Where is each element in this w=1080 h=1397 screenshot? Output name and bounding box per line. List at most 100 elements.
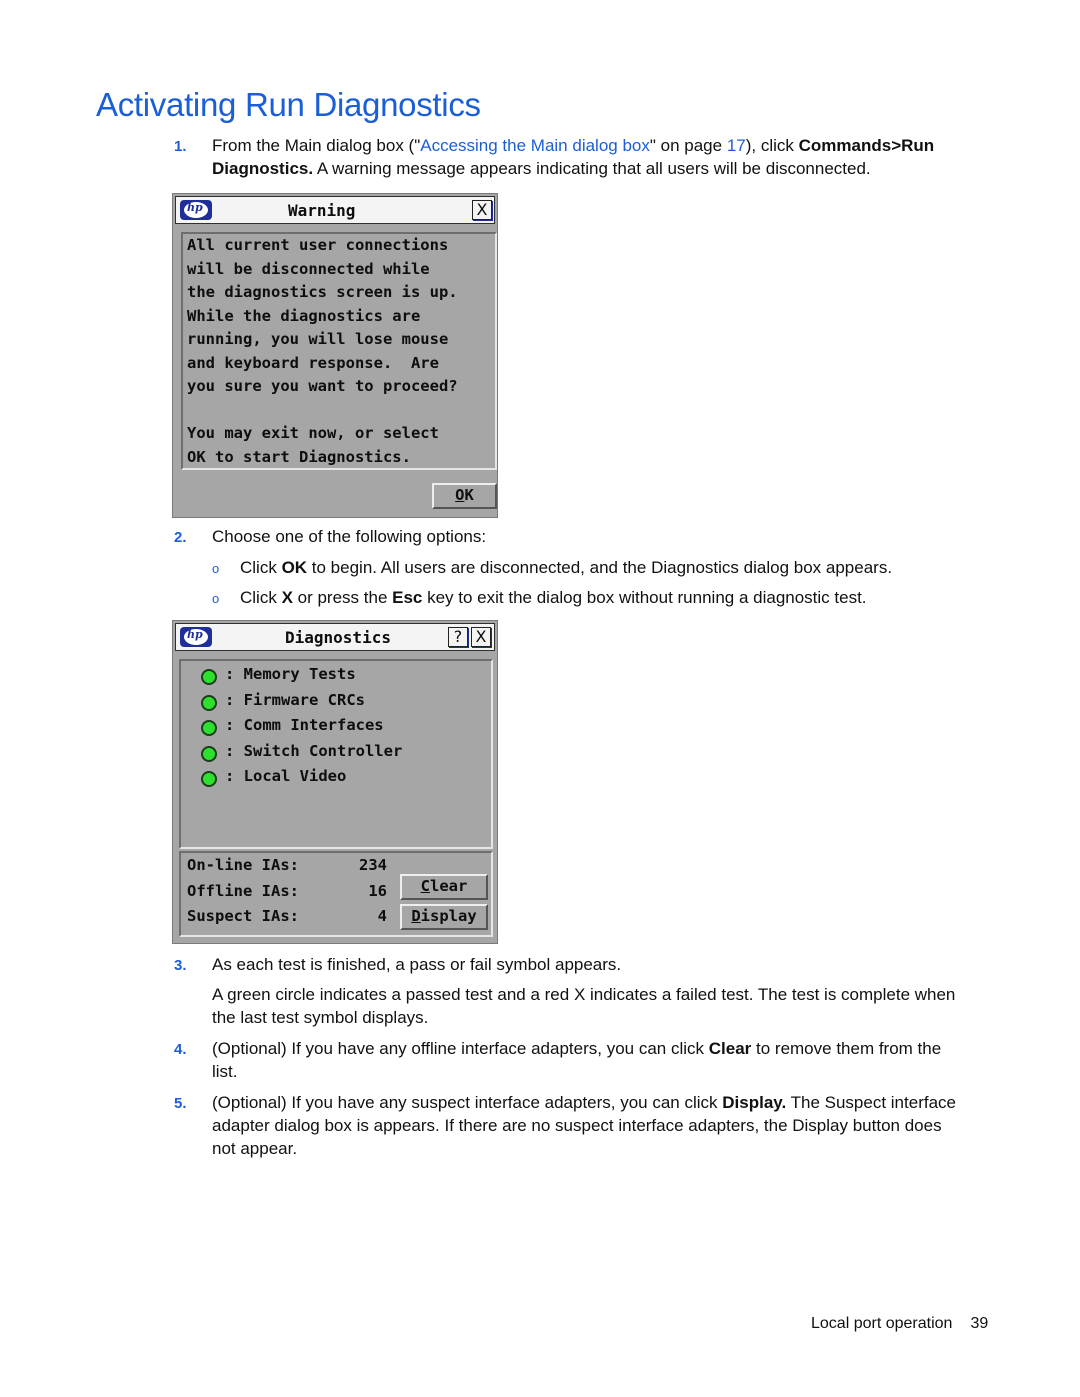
- step-number: 5.: [174, 1095, 187, 1112]
- step-5-text: (Optional) If you have any suspect inter…: [212, 1091, 982, 1160]
- button-ref: Clear: [708, 1039, 752, 1058]
- page-number: 39: [970, 1315, 989, 1332]
- text: ), click: [745, 136, 799, 155]
- count-label: Suspect IAs:: [187, 907, 299, 925]
- text: the last test symbol displays.: [212, 1008, 429, 1027]
- link-page-ref[interactable]: 17: [727, 136, 746, 155]
- text: list.: [212, 1062, 238, 1081]
- step-4-text: (Optional) If you have any offline inter…: [212, 1037, 982, 1083]
- option-exit: Click X or press the Esc key to exit the…: [240, 586, 867, 609]
- pass-status-icon: [201, 694, 217, 711]
- menu-path: Diagnostics.: [212, 159, 314, 178]
- count-value: 16: [368, 881, 387, 900]
- key-ok: OK: [281, 558, 308, 577]
- option-ok: Click OK to begin. All users are disconn…: [240, 556, 892, 579]
- step-1-text: From the Main dialog box ("Accessing the…: [212, 134, 972, 180]
- logo-text: hp: [187, 201, 203, 214]
- option-bullet: o: [212, 556, 219, 580]
- hotkey: D: [411, 907, 421, 925]
- count-label: Offline IAs:: [187, 881, 299, 900]
- display-button[interactable]: Display: [400, 904, 488, 930]
- ia-counts-panel: On-line IAs: 234 Offline IAs: 16 Suspect…: [179, 851, 493, 937]
- message-line: running, you will lose mouse: [187, 330, 449, 348]
- message-line: OK to start Diagnostics.: [187, 447, 411, 466]
- count-label: On-line IAs:: [187, 856, 299, 874]
- text: to begin. All users are disconnected, an…: [307, 558, 893, 577]
- step-2-number: 2.: [174, 525, 187, 549]
- pass-status-icon: [201, 745, 217, 762]
- link-accessing-main-dialog[interactable]: Accessing the Main dialog box: [420, 136, 650, 155]
- pass-status-icon: [201, 669, 217, 685]
- button-label: isplay: [420, 907, 477, 925]
- message-line: you sure you want to proceed?: [187, 377, 458, 395]
- option-bullet: o: [212, 586, 219, 610]
- text: adapter dialog box is appears. If there …: [212, 1116, 942, 1135]
- footer: Local port operation 39: [811, 1312, 988, 1335]
- test-item: : Comm Interfaces: [225, 716, 384, 734]
- pass-status-icon: [201, 771, 217, 787]
- count-value: 234: [359, 856, 387, 874]
- pass-status-icon: [201, 720, 217, 736]
- text: A green circle indicates a passed test a…: [212, 985, 956, 1004]
- help-icon[interactable]: ?: [448, 627, 468, 647]
- step-3-detail: A green circle indicates a passed test a…: [212, 983, 982, 1029]
- step-3-number: 3.: [174, 953, 187, 977]
- text: A warning message appears indicating tha…: [313, 159, 871, 178]
- message-line: While the diagnostics are: [187, 306, 421, 325]
- diagnostics-dialog: hp Diagnostics ? X : Memory Tests : Firm…: [172, 620, 498, 944]
- key-x: X: [281, 588, 293, 607]
- clear-button[interactable]: Clear: [400, 874, 488, 900]
- message-line: the diagnostics screen is up.: [187, 283, 458, 301]
- message-line: will be disconnected while: [187, 259, 430, 278]
- test-item: : Switch Controller: [225, 741, 403, 760]
- text: Click: [240, 588, 282, 607]
- bullet-icon: o: [212, 561, 220, 576]
- button-label: lear: [430, 877, 468, 895]
- step-1-number: 1.: [174, 134, 187, 158]
- test-item: : Memory Tests: [225, 665, 356, 683]
- step-number: 2.: [174, 529, 187, 546]
- text: (Optional) If you have any suspect inter…: [212, 1093, 723, 1112]
- test-item: : Firmware CRCs: [225, 690, 365, 709]
- text: or press the: [292, 588, 393, 607]
- message-line: You may exit now, or select: [187, 424, 439, 442]
- step-5-number: 5.: [174, 1091, 187, 1115]
- close-icon[interactable]: X: [471, 627, 491, 647]
- text: The Suspect interface: [786, 1093, 956, 1112]
- text: " on page: [649, 136, 727, 155]
- hp-logo-icon: hp: [180, 627, 212, 647]
- step-3-text: As each test is finished, a pass or fail…: [212, 955, 622, 974]
- hotkey: O: [455, 486, 465, 504]
- text: Click: [240, 558, 282, 577]
- logo-text: hp: [187, 628, 203, 641]
- text: not appear.: [212, 1139, 298, 1158]
- menu-path: Commands>Run: [798, 136, 935, 155]
- warning-dialog: hp Warning X All current user connection…: [172, 193, 498, 518]
- message-line: and keyboard response. Are: [187, 353, 439, 372]
- count-value: 4: [377, 907, 387, 925]
- dialog-title: Warning: [288, 201, 356, 220]
- text: key to exit the dialog box without runni…: [422, 588, 867, 607]
- step-number: 3.: [174, 957, 187, 974]
- warning-message-panel: All current user connections will be dis…: [181, 232, 497, 470]
- step-4-number: 4.: [174, 1037, 187, 1061]
- test-item: : Local Video: [225, 767, 347, 785]
- diagnostics-titlebar: hp Diagnostics ? X: [175, 623, 495, 651]
- text: to remove them from the: [751, 1039, 942, 1058]
- key-esc: Esc: [392, 588, 423, 607]
- button-ref: Display.: [722, 1093, 787, 1112]
- hp-logo-icon: hp: [180, 200, 212, 220]
- button-label: K: [464, 486, 474, 504]
- warning-titlebar: hp Warning X: [175, 196, 495, 224]
- step-number: 4.: [174, 1041, 187, 1058]
- step-2-text: Choose one of the following options:: [212, 527, 487, 546]
- ok-button[interactable]: OK: [432, 483, 497, 509]
- message-line: All current user connections: [187, 236, 449, 254]
- bullet-icon: o: [212, 591, 220, 606]
- footer-section: Local port operation: [811, 1315, 953, 1332]
- text: (Optional) If you have any offline inter…: [212, 1039, 709, 1058]
- page-title: Activating Run Diagnostics: [96, 86, 481, 123]
- dialog-title: Diagnostics: [285, 628, 391, 647]
- step-number: 1.: [174, 138, 187, 155]
- close-icon[interactable]: X: [472, 200, 492, 220]
